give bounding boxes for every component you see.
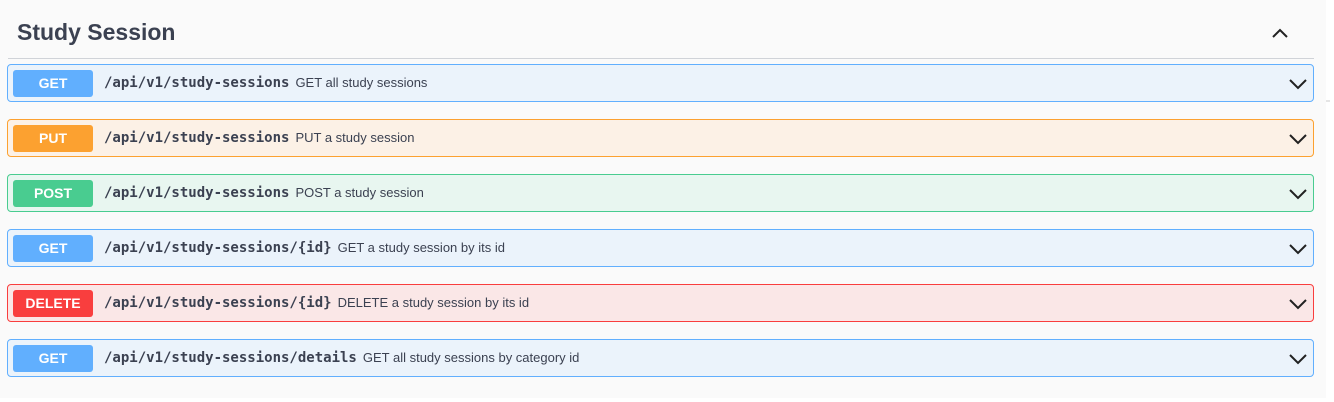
expand-button[interactable] (1287, 239, 1309, 259)
expand-button[interactable] (1287, 349, 1309, 369)
operation-path: /api/v1/study-sessions/{id} (104, 240, 332, 256)
chevron-down-icon (1289, 244, 1307, 255)
collapse-button[interactable] (1268, 23, 1292, 43)
operation-path: /api/v1/study-sessions/details (104, 350, 357, 366)
study-session-panel: Study Session GET /api/v1/study-sessions… (0, 0, 1326, 398)
operation-summary: DELETE a study session by its id (337, 295, 530, 310)
chevron-down-icon (1289, 189, 1307, 200)
method-badge: GET (13, 345, 93, 372)
method-badge: GET (13, 70, 93, 97)
operation-get-study-session-details[interactable]: GET /api/v1/study-sessions/details GET al… (7, 339, 1314, 377)
operation-put-study-session[interactable]: PUT /api/v1/study-sessions PUT a study se… (7, 119, 1314, 157)
chevron-down-icon (1289, 354, 1307, 365)
operation-summary: POST a study session (295, 185, 424, 200)
operation-get-study-sessions[interactable]: GET /api/v1/study-sessions GET all study … (7, 64, 1314, 102)
scrollbar-track[interactable] (1326, 0, 1334, 402)
section-title: Study Session (17, 19, 176, 45)
operation-summary: PUT a study session (295, 130, 415, 145)
operation-get-study-session-by-id[interactable]: GET /api/v1/study-sessions/{id} GET a stu… (7, 229, 1314, 267)
operation-delete-study-session[interactable]: DELETE /api/v1/study-sessions/{id} DELETE… (7, 284, 1314, 322)
section-header[interactable]: Study Session (8, 8, 1314, 59)
expand-button[interactable] (1287, 294, 1309, 314)
chevron-down-icon (1289, 299, 1307, 310)
chevron-up-icon (1272, 28, 1288, 38)
method-badge: PUT (13, 125, 93, 152)
expand-button[interactable] (1287, 74, 1309, 94)
operation-post-study-session[interactable]: POST /api/v1/study-sessions POST a study … (7, 174, 1314, 212)
method-badge: POST (13, 180, 93, 207)
expand-button[interactable] (1287, 184, 1309, 204)
operation-path: /api/v1/study-sessions (104, 185, 290, 201)
method-badge: DELETE (13, 290, 93, 317)
scrollbar-mark (1326, 100, 1330, 102)
chevron-down-icon (1289, 79, 1307, 90)
expand-button[interactable] (1287, 129, 1309, 149)
operation-path: /api/v1/study-sessions (104, 75, 290, 91)
operation-summary: GET a study session by its id (337, 240, 505, 255)
operation-path: /api/v1/study-sessions (104, 130, 290, 146)
operation-path: /api/v1/study-sessions/{id} (104, 295, 332, 311)
chevron-down-icon (1289, 134, 1307, 145)
method-badge: GET (13, 235, 93, 262)
operation-summary: GET all study sessions by category id (362, 350, 580, 365)
operation-summary: GET all study sessions (295, 75, 428, 90)
